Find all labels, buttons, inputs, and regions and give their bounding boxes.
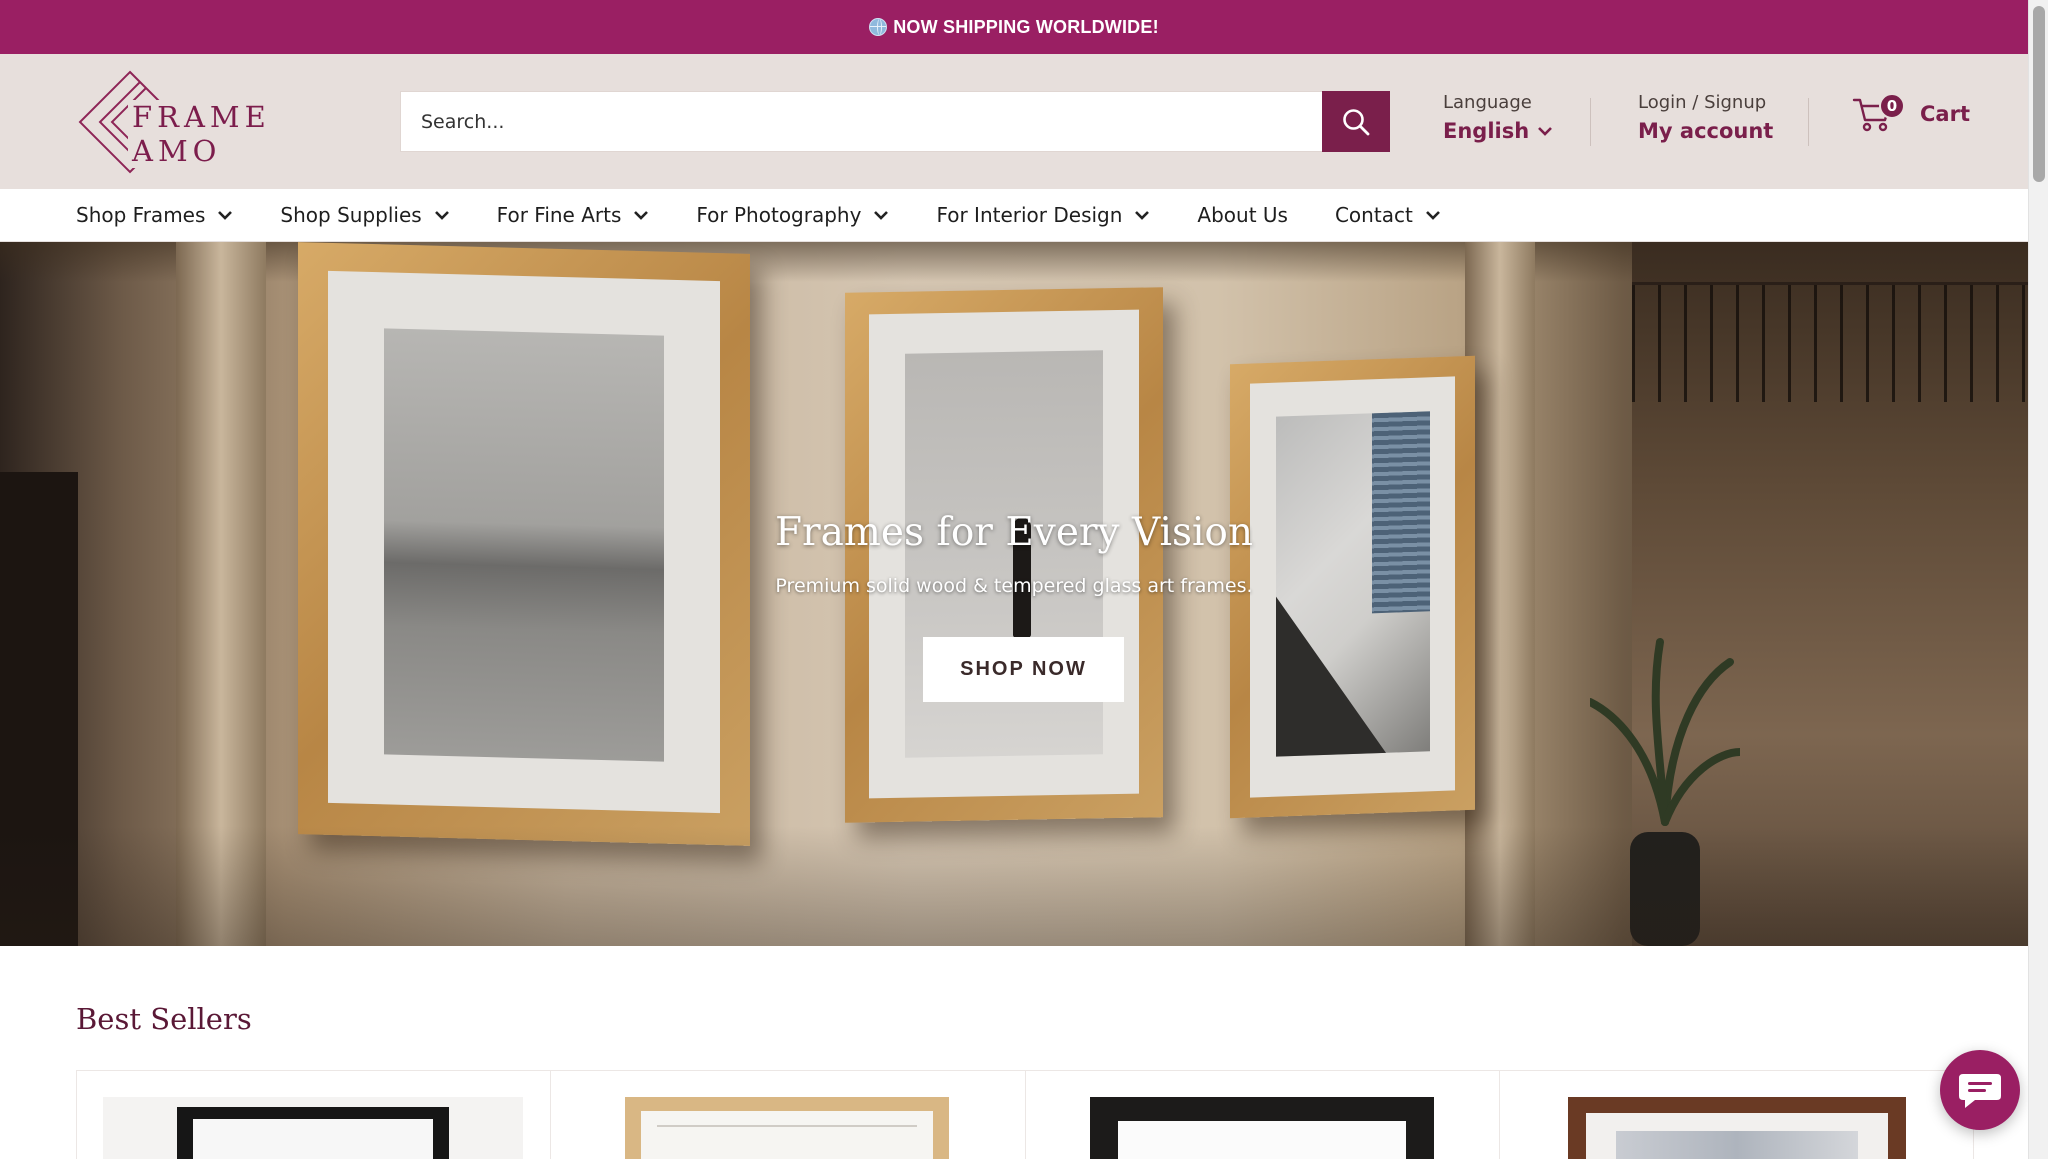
nav-item-shop-frames[interactable]: Shop Frames xyxy=(76,203,233,227)
cart-label: Cart xyxy=(1920,102,1970,126)
header-divider xyxy=(1808,98,1809,146)
chevron-down-icon xyxy=(1538,127,1553,136)
brand-logo[interactable]: FRAME AMO xyxy=(78,70,348,174)
nav-item-contact[interactable]: Contact xyxy=(1335,203,1441,227)
brand-name: FRAME AMO xyxy=(128,100,348,168)
language-selector[interactable]: Language English xyxy=(1443,92,1553,143)
hero-balcony xyxy=(1632,282,2028,402)
chat-bubble-icon xyxy=(1959,1074,2001,1108)
hero-frame-center xyxy=(845,287,1163,823)
shop-now-button[interactable]: SHOP NOW xyxy=(923,637,1124,702)
search-button[interactable] xyxy=(1322,91,1390,152)
language-label: Language xyxy=(1443,92,1532,113)
product-card[interactable] xyxy=(1500,1071,1973,1159)
chevron-down-icon xyxy=(218,210,233,220)
chevron-down-icon xyxy=(434,210,449,220)
product-card[interactable] xyxy=(1026,1071,1500,1159)
search-input[interactable] xyxy=(401,92,1322,151)
search-icon xyxy=(1343,108,1370,135)
language-value: English xyxy=(1443,119,1530,143)
chevron-down-icon xyxy=(1135,210,1150,220)
product-image xyxy=(625,1097,950,1159)
login-signup-link[interactable]: Login / Signup xyxy=(1638,92,1773,113)
my-account-link[interactable]: My account xyxy=(1638,119,1773,143)
cart-count-badge: 0 xyxy=(1879,93,1905,119)
chevron-down-icon xyxy=(1425,210,1440,220)
nav-item-for-fine-arts[interactable]: For Fine Arts xyxy=(497,203,650,227)
scrollbar-thumb[interactable] xyxy=(2033,6,2045,182)
nav-item-label: About Us xyxy=(1197,203,1288,227)
product-image xyxy=(1567,1097,1906,1159)
nav-item-for-photography[interactable]: For Photography xyxy=(696,203,889,227)
chevron-down-icon xyxy=(874,210,889,220)
nav-item-label: Shop Supplies xyxy=(280,203,422,227)
chevron-down-icon xyxy=(634,210,649,220)
account-block[interactable]: Login / Signup My account xyxy=(1638,92,1773,143)
announcement-text: NOW SHIPPING WORLDWIDE! xyxy=(893,16,1159,37)
nav-item-for-interior-design[interactable]: For Interior Design xyxy=(936,203,1150,227)
nav-item-about-us[interactable]: About Us xyxy=(1197,203,1288,227)
nav-item-label: For Fine Arts xyxy=(496,203,622,227)
product-image xyxy=(103,1097,523,1159)
product-image xyxy=(1089,1097,1434,1159)
chat-button[interactable] xyxy=(1940,1050,2020,1130)
hero-banner: Frames for Every Vision Premium solid wo… xyxy=(0,242,2028,946)
announcement-bar: NOW SHIPPING WORLDWIDE! xyxy=(0,0,2028,54)
best-sellers-list xyxy=(76,1070,1974,1159)
search-bar xyxy=(400,91,1390,152)
cart-button[interactable]: 0 Cart xyxy=(1852,93,1970,132)
globe-icon xyxy=(869,18,888,36)
main-navigation: Shop Frames Shop Supplies For Fine Arts … xyxy=(0,189,2028,242)
best-sellers-title: Best Sellers xyxy=(76,1002,252,1036)
nav-item-label: Contact xyxy=(1334,203,1413,227)
page-scrollbar[interactable] xyxy=(2028,0,2048,1159)
site-header: FRAME AMO Language English Login / Signu… xyxy=(0,54,2028,189)
nav-item-label: Shop Frames xyxy=(76,203,206,227)
product-card[interactable] xyxy=(77,1071,552,1159)
nav-item-shop-supplies[interactable]: Shop Supplies xyxy=(280,203,449,227)
product-card[interactable] xyxy=(551,1071,1026,1159)
hero-title: Frames for Every Vision xyxy=(774,510,1254,555)
nav-item-label: For Interior Design xyxy=(936,203,1123,227)
header-divider xyxy=(1590,98,1591,146)
hero-subtitle: Premium solid wood & tempered glass art … xyxy=(775,575,1253,597)
nav-item-label: For Photography xyxy=(696,203,862,227)
